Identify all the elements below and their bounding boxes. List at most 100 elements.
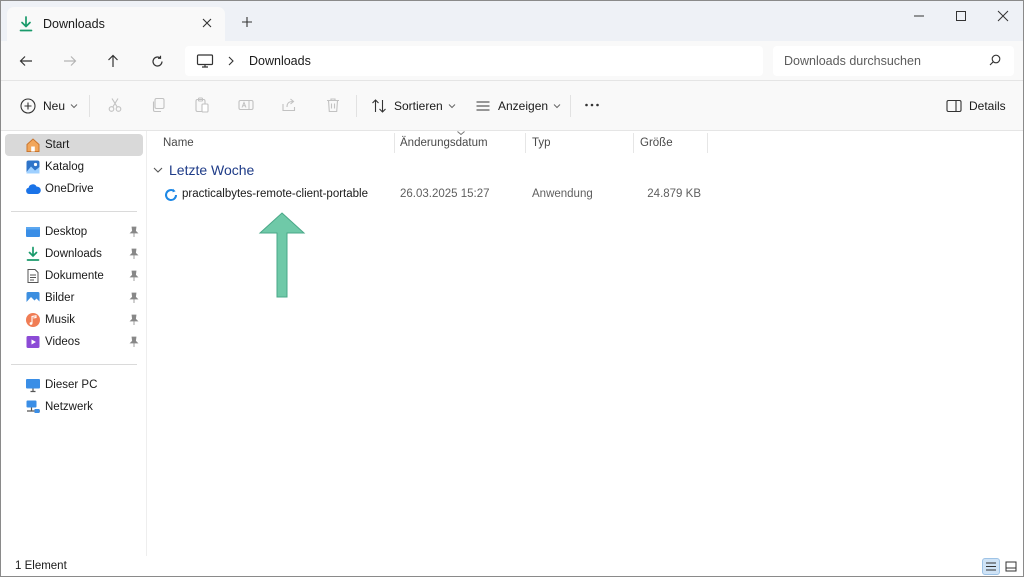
sidebar-item-katalog[interactable]: Katalog <box>5 156 143 178</box>
pin-icon[interactable] <box>129 336 139 348</box>
documents-icon <box>25 268 41 284</box>
pin-icon[interactable] <box>129 314 139 326</box>
column-header-size[interactable]: Größe <box>640 131 673 155</box>
sidebar-item-musik[interactable]: Musik <box>5 309 143 331</box>
sidebar-item-label: Dokumente <box>45 270 104 282</box>
share-icon[interactable] <box>281 97 297 113</box>
tiles-view-icon[interactable] <box>1002 558 1020 575</box>
up-arrow-icon[interactable] <box>102 51 124 71</box>
pin-icon[interactable] <box>129 292 139 304</box>
search-input[interactable]: Downloads durchsuchen <box>773 46 1014 76</box>
file-name: practicalbytes-remote-client-portable <box>182 188 368 200</box>
tab-downloads[interactable]: Downloads <box>7 7 225 41</box>
close-window-icon[interactable] <box>993 7 1013 25</box>
breadcrumb-chevron-icon[interactable] <box>227 56 235 66</box>
sidebar-item-onedrive[interactable]: OneDrive <box>5 178 143 200</box>
sidebar-item-videos[interactable]: Videos <box>5 331 143 353</box>
view-button[interactable]: Anzeigen <box>475 94 561 118</box>
cloud-icon <box>25 181 41 197</box>
sidebar-divider <box>11 211 137 212</box>
tab-label: Downloads <box>43 17 105 31</box>
delete-icon[interactable] <box>325 97 341 113</box>
chevron-down-icon <box>553 103 561 109</box>
pc-icon <box>25 377 41 393</box>
item-count: 1 Element <box>15 560 67 572</box>
gallery-icon <box>25 159 41 175</box>
search-icon[interactable] <box>989 54 1003 68</box>
maximize-icon[interactable] <box>951 7 971 25</box>
copy-icon[interactable] <box>150 97 166 113</box>
sidebar-item-downloads[interactable]: Downloads <box>5 243 143 265</box>
desktop-icon <box>25 224 41 240</box>
command-bar: Neu Sortieren Anzeigen Details <box>1 81 1023 131</box>
toolbar-divider <box>89 95 90 117</box>
cut-icon[interactable] <box>107 97 123 113</box>
home-icon <box>25 137 41 153</box>
toolbar-divider <box>356 95 357 117</box>
sidebar-item-netzwerk[interactable]: Netzwerk <box>5 396 143 418</box>
sidebar-item-dieser-pc[interactable]: Dieser PC <box>5 374 143 396</box>
plus-circle-icon <box>20 98 36 114</box>
minimize-icon[interactable] <box>909 7 929 25</box>
group-label: Letzte Woche <box>169 162 255 178</box>
file-list: Name Änderungsdatum Typ Größe Letzte Woc… <box>148 131 1023 556</box>
pin-icon[interactable] <box>129 270 139 282</box>
sort-button[interactable]: Sortieren <box>371 94 456 118</box>
pin-icon[interactable] <box>129 226 139 238</box>
close-tab-icon[interactable] <box>199 15 215 31</box>
music-icon <box>25 312 41 328</box>
view-label: Anzeigen <box>498 99 549 113</box>
pin-icon[interactable] <box>129 248 139 260</box>
details-pane-button[interactable]: Details <box>946 94 1006 118</box>
sidebar-divider <box>11 364 137 365</box>
breadcrumb-downloads[interactable]: Downloads <box>249 54 311 68</box>
new-label: Neu <box>43 99 66 113</box>
search-placeholder: Downloads durchsuchen <box>784 54 921 68</box>
refresh-icon[interactable] <box>146 51 168 71</box>
navigation-pane: Start Katalog OneDrive Desktop Downloads… <box>1 131 147 556</box>
forward-arrow-icon[interactable] <box>59 51 81 71</box>
table-row[interactable]: practicalbytes-remote-client-portable 26… <box>148 184 1023 206</box>
download-icon <box>25 246 41 262</box>
sidebar-item-label: Downloads <box>45 248 102 260</box>
details-label: Details <box>969 99 1006 113</box>
sidebar-item-label: Desktop <box>45 226 88 238</box>
back-arrow-icon[interactable] <box>15 51 37 71</box>
sidebar-item-desktop[interactable]: Desktop <box>5 221 143 243</box>
sidebar-item-label: Dieser PC <box>45 379 98 391</box>
sidebar-item-label: Start <box>45 139 70 151</box>
chevron-down-icon <box>153 166 163 174</box>
view-lines-icon <box>475 98 491 114</box>
status-bar: 1 Element <box>1 556 1023 576</box>
annotation-arrow-icon <box>258 212 306 298</box>
app-refresh-icon <box>164 188 178 202</box>
details-view-icon[interactable] <box>982 558 1000 575</box>
pc-icon <box>196 54 214 68</box>
column-divider[interactable] <box>525 133 526 153</box>
videos-icon <box>25 334 41 350</box>
details-pane-icon <box>946 98 962 114</box>
sidebar-item-dokumente[interactable]: Dokumente <box>5 265 143 287</box>
paste-icon[interactable] <box>194 97 210 113</box>
sidebar-item-label: Katalog <box>45 161 85 173</box>
group-header-last-week[interactable]: Letzte Woche <box>153 162 254 178</box>
column-header-name[interactable]: Name <box>163 131 194 155</box>
toolbar-divider <box>570 95 571 117</box>
more-options-icon[interactable] <box>584 97 600 113</box>
column-header-type[interactable]: Typ <box>532 131 551 155</box>
new-tab-icon[interactable] <box>239 14 255 30</box>
new-button[interactable]: Neu <box>20 94 78 118</box>
column-divider[interactable] <box>633 133 634 153</box>
sidebar-item-label: Videos <box>45 336 80 348</box>
column-divider[interactable] <box>394 133 395 153</box>
address-field[interactable]: Downloads <box>185 46 763 76</box>
rename-icon[interactable] <box>238 97 254 113</box>
download-icon <box>19 16 33 32</box>
sidebar-item-start[interactable]: Start <box>5 134 143 156</box>
pictures-icon <box>25 290 41 306</box>
column-header-modified[interactable]: Änderungsdatum <box>400 131 488 155</box>
column-divider[interactable] <box>707 133 708 153</box>
address-bar: Downloads Downloads durchsuchen <box>1 41 1023 81</box>
file-size: 24.879 KB <box>647 188 701 200</box>
sidebar-item-bilder[interactable]: Bilder <box>5 287 143 309</box>
